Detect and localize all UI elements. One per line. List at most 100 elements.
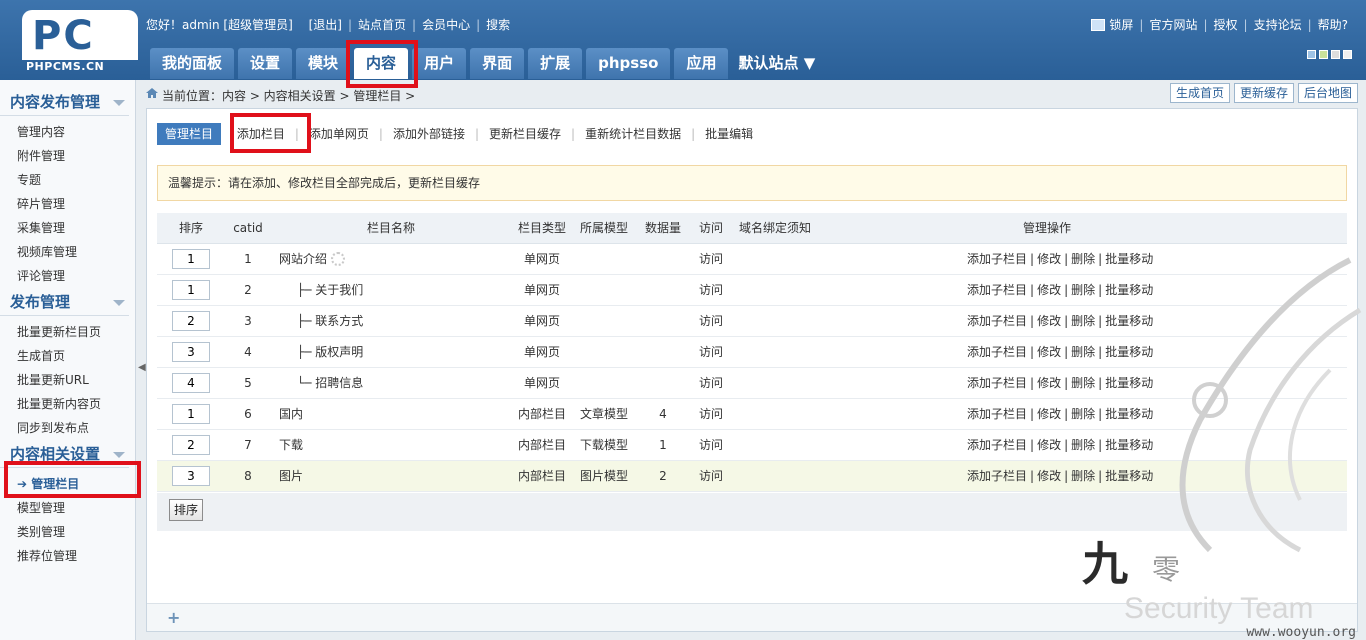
- visit-link[interactable]: 访问: [691, 243, 731, 275]
- category-name[interactable]: ├─ 联系方式: [297, 314, 363, 328]
- phpcms-logo[interactable]: PC PHPCMS.CN: [22, 10, 138, 74]
- order-input[interactable]: [172, 434, 210, 455]
- add-subcategory-link[interactable]: 添加子栏目: [967, 345, 1027, 359]
- skin-swatch-blue[interactable]: [1307, 50, 1316, 59]
- tab-users[interactable]: 用户: [412, 48, 467, 79]
- add-subcategory-link[interactable]: 添加子栏目: [967, 407, 1027, 421]
- order-input[interactable]: [172, 372, 210, 393]
- sidebar-item-batch-category[interactable]: 批量更新栏目页: [0, 320, 135, 344]
- catid-cell: 6: [225, 398, 271, 430]
- visit-link[interactable]: 访问: [691, 429, 731, 461]
- sidebar-item-batch-url[interactable]: 批量更新URL: [0, 368, 135, 392]
- sidebar-item-manage-content[interactable]: 管理内容: [0, 120, 135, 144]
- category-name[interactable]: 网站介绍: [279, 252, 327, 266]
- sidebar-item-sync[interactable]: 同步到发布点: [0, 416, 135, 440]
- edit-link[interactable]: 修改: [1037, 407, 1061, 421]
- order-input[interactable]: [172, 310, 210, 331]
- category-name[interactable]: └─ 招聘信息: [297, 376, 363, 390]
- skin-swatch-white[interactable]: [1343, 50, 1352, 59]
- visit-link[interactable]: 访问: [691, 460, 731, 492]
- tab-settings[interactable]: 设置: [238, 48, 293, 79]
- visit-link[interactable]: 访问: [691, 398, 731, 430]
- order-input[interactable]: [172, 403, 210, 424]
- license-link[interactable]: 授权: [1214, 18, 1238, 32]
- col-header: 栏目名称: [271, 213, 511, 244]
- skin-swatch-green[interactable]: [1319, 50, 1328, 59]
- domain-cell: [731, 336, 863, 368]
- tab-my-panel[interactable]: 我的面板: [150, 48, 235, 79]
- skin-swatch-gray[interactable]: [1331, 50, 1340, 59]
- sidebar-item-comments[interactable]: 评论管理: [0, 264, 135, 288]
- sidebar-group-title[interactable]: 内容发布管理: [0, 88, 129, 116]
- order-input[interactable]: [172, 248, 210, 269]
- sidebar-item-blocks[interactable]: 碎片管理: [0, 192, 135, 216]
- visit-link[interactable]: 访问: [691, 336, 731, 368]
- tab-interface[interactable]: 界面: [470, 48, 525, 79]
- category-type-cell: 内部栏目: [511, 429, 573, 461]
- edit-link[interactable]: 修改: [1037, 376, 1061, 390]
- sidebar-collapse-icon[interactable]: ◀: [138, 362, 146, 376]
- tab-modules[interactable]: 模块: [296, 48, 351, 79]
- subnav-update-cache[interactable]: 更新栏目缓存: [481, 123, 569, 145]
- site-selector[interactable]: 默认站点 ▼: [732, 48, 821, 79]
- category-name[interactable]: 国内: [279, 407, 303, 421]
- subnav-manage-category[interactable]: 管理栏目: [157, 123, 222, 145]
- subnav-add-link[interactable]: 添加外部链接: [385, 123, 473, 145]
- generate-home-button[interactable]: 生成首页: [1169, 83, 1230, 103]
- edit-link[interactable]: 修改: [1037, 469, 1061, 483]
- order-input[interactable]: [172, 465, 210, 486]
- site-home-link[interactable]: 站点首页: [358, 18, 406, 32]
- subnav-add-page[interactable]: 添加单网页: [301, 123, 377, 145]
- subnav-recount[interactable]: 重新统计栏目数据: [577, 123, 689, 145]
- category-name[interactable]: ├─ 关于我们: [297, 283, 363, 297]
- official-site-link[interactable]: 官方网站: [1149, 18, 1197, 32]
- count-cell: [635, 243, 691, 275]
- tab-apps[interactable]: 应用: [674, 48, 729, 79]
- sidebar-item-batch-content[interactable]: 批量更新内容页: [0, 392, 135, 416]
- visit-link[interactable]: 访问: [691, 367, 731, 399]
- tab-phpsso[interactable]: phpsso: [586, 48, 671, 79]
- sidebar-item-video[interactable]: 视频库管理: [0, 240, 135, 264]
- settings-gear-icon[interactable]: [331, 252, 346, 266]
- add-subcategory-link[interactable]: 添加子栏目: [967, 469, 1027, 483]
- add-subcategory-link[interactable]: 添加子栏目: [967, 314, 1027, 328]
- search-link[interactable]: 搜索: [486, 18, 510, 32]
- add-subcategory-link[interactable]: 添加子栏目: [967, 438, 1027, 452]
- visit-link[interactable]: 访问: [691, 305, 731, 337]
- site-map-button[interactable]: 后台地图: [1297, 83, 1358, 103]
- plus-icon[interactable]: +: [167, 608, 180, 627]
- sidebar-item-positions[interactable]: 推荐位管理: [0, 544, 135, 568]
- edit-link[interactable]: 修改: [1037, 345, 1061, 359]
- sort-button[interactable]: 排序: [169, 499, 204, 521]
- sidebar-item-generate-home[interactable]: 生成首页: [0, 344, 135, 368]
- edit-link[interactable]: 修改: [1037, 438, 1061, 452]
- sidebar-item-attachments[interactable]: 附件管理: [0, 144, 135, 168]
- order-input[interactable]: [172, 341, 210, 362]
- member-center-link[interactable]: 会员中心: [422, 18, 470, 32]
- subnav-batch-edit[interactable]: 批量编辑: [697, 123, 761, 145]
- add-subcategory-link[interactable]: 添加子栏目: [967, 283, 1027, 297]
- home-icon[interactable]: [146, 88, 158, 98]
- edit-link[interactable]: 修改: [1037, 283, 1061, 297]
- lock-screen-icon[interactable]: [1091, 19, 1106, 31]
- order-input[interactable]: [172, 279, 210, 300]
- category-name[interactable]: 图片: [279, 469, 303, 483]
- add-subcategory-link[interactable]: 添加子栏目: [967, 376, 1027, 390]
- tab-extend[interactable]: 扩展: [528, 48, 583, 79]
- forum-link[interactable]: 支持论坛: [1254, 18, 1302, 32]
- sidebar-item-collect[interactable]: 采集管理: [0, 216, 135, 240]
- add-subcategory-link[interactable]: 添加子栏目: [967, 252, 1027, 266]
- edit-link[interactable]: 修改: [1037, 252, 1061, 266]
- category-name[interactable]: 下载: [279, 438, 303, 452]
- lock-screen-link[interactable]: 锁屏: [1109, 18, 1133, 32]
- edit-link[interactable]: 修改: [1037, 314, 1061, 328]
- sidebar-item-models[interactable]: 模型管理: [0, 496, 135, 520]
- sidebar-item-special[interactable]: 专题: [0, 168, 135, 192]
- help-link[interactable]: 帮助?: [1318, 18, 1348, 32]
- update-cache-button[interactable]: 更新缓存: [1233, 83, 1294, 103]
- sidebar-group-title[interactable]: 发布管理: [0, 288, 129, 316]
- sidebar-item-types[interactable]: 类别管理: [0, 520, 135, 544]
- logout-link[interactable]: [退出]: [309, 18, 342, 32]
- visit-link[interactable]: 访问: [691, 274, 731, 306]
- category-name[interactable]: ├─ 版权声明: [297, 345, 363, 359]
